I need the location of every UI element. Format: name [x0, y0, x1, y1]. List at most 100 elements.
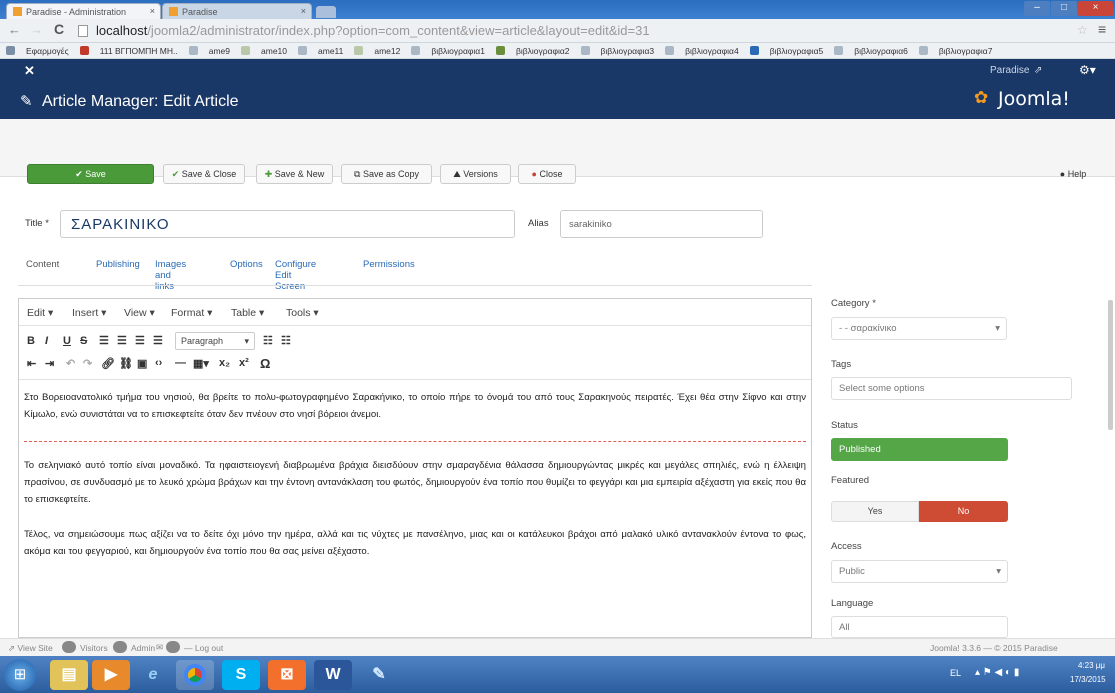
unlink-icon[interactable]: ⛓ — [119, 357, 133, 370]
align-left-icon[interactable]: ☰ — [99, 334, 109, 347]
tab-permissions[interactable]: Permissions — [363, 259, 415, 270]
editor-menu-insert[interactable]: Insert ▾ — [72, 307, 106, 319]
redo-icon[interactable]: ↷ — [83, 357, 92, 370]
align-justify-icon[interactable]: ☰ — [153, 334, 163, 347]
editor-menu-view[interactable]: View ▾ — [124, 307, 155, 319]
bookmark-item[interactable]: βιβλιογραφια7 — [918, 43, 992, 58]
bookmark-item[interactable]: βιβλιογραφια2 — [495, 43, 570, 58]
editor-menu-edit[interactable]: Edit ▾ — [27, 307, 53, 319]
close-window-button[interactable]: × — [1078, 1, 1113, 16]
paint-icon[interactable]: ✎ — [360, 660, 398, 690]
bookmark-item[interactable]: ame9 — [188, 43, 230, 58]
bookmark-item[interactable]: Εφαρμογές — [6, 43, 69, 58]
bookmark-item[interactable]: βιβλιογραφια3 — [580, 43, 654, 58]
close-button[interactable]: ● Close — [518, 164, 576, 184]
outdent-icon[interactable]: ⇤ — [27, 357, 36, 370]
featured-no-button[interactable]: No — [919, 501, 1008, 522]
versions-button[interactable]: ⛰ Versions — [440, 164, 511, 184]
bookmark-item[interactable]: βιβλιογραφια6 — [834, 43, 908, 58]
status-select[interactable]: Published — [831, 438, 1008, 461]
save-copy-button[interactable]: ⧉ Save as Copy — [341, 164, 432, 184]
numbered-list-icon[interactable]: ☷ — [281, 334, 291, 347]
user-gear-icon[interactable]: ⚙▾ — [1079, 63, 1096, 77]
browser-menu-icon[interactable]: ≡ — [1098, 21, 1106, 37]
editor-menu-table[interactable]: Table ▾ — [231, 307, 264, 319]
link-icon[interactable]: 🔗︎ — [101, 357, 115, 370]
bullet-list-icon[interactable]: ☷ — [263, 334, 273, 347]
back-arrow-icon[interactable]: ← — [8, 22, 21, 37]
joomla-logo-icon[interactable]: ✕ — [24, 63, 35, 79]
new-tab-button[interactable] — [316, 6, 336, 18]
help-button[interactable]: ● Help — [1043, 164, 1103, 184]
bookmark-item[interactable]: ame12 — [354, 43, 400, 58]
tray-icons[interactable]: ▴ ⚑ ◀ ◐ ▮ — [975, 667, 1019, 678]
browser-tab-admin[interactable]: Paradise - Administration × — [6, 3, 161, 19]
strikethrough-icon[interactable]: S — [80, 335, 87, 347]
media-player-icon[interactable]: ▶ — [92, 660, 130, 690]
title-input[interactable] — [60, 210, 515, 238]
editor-menu-tools[interactable]: Tools ▾ — [286, 307, 319, 319]
logout-link[interactable]: — Log out — [184, 643, 223, 653]
italic-icon[interactable]: I — [45, 335, 48, 347]
clock-date[interactable]: 17/3/2015 — [1070, 675, 1106, 684]
bold-icon[interactable]: B — [27, 335, 35, 347]
minimize-window-button[interactable]: – — [1024, 1, 1050, 16]
chrome-icon[interactable] — [176, 660, 214, 690]
save-button[interactable]: ✔ Save — [27, 164, 154, 184]
save-close-button[interactable]: ✔ Save & Close — [163, 164, 245, 184]
tab-images-and-links[interactable]: Images and links — [155, 259, 186, 292]
close-tab-icon[interactable]: × — [301, 6, 306, 16]
editor-paragraph[interactable]: Τέλος, να σημειώσουμε πως αξίζει να το δ… — [24, 526, 806, 560]
clock-time[interactable]: 4:23 μμ — [1078, 661, 1105, 670]
file-explorer-icon[interactable]: ▤ — [50, 660, 88, 690]
start-orb-icon[interactable]: ⊞ — [4, 659, 36, 691]
alias-input[interactable] — [560, 210, 763, 238]
tags-input[interactable]: Select some options — [831, 377, 1072, 400]
save-new-button[interactable]: ✚ Save & New — [256, 164, 333, 184]
editor-menu-format[interactable]: Format ▾ — [171, 307, 212, 319]
align-center-icon[interactable]: ☰ — [117, 334, 127, 347]
omega-icon[interactable]: Ω — [260, 356, 270, 371]
browser-tab-site[interactable]: Paradise × — [162, 3, 312, 19]
bookmark-item[interactable]: ame11 — [298, 43, 343, 58]
view-site-link[interactable]: ⇗ View Site — [8, 643, 53, 654]
undo-icon[interactable]: ↶ — [66, 357, 75, 370]
tab-configure-edit-screen[interactable]: Configure Edit Screen — [275, 259, 316, 292]
access-select[interactable]: Public ▾ — [831, 560, 1008, 583]
url-field[interactable]: localhost/joomla2/administrator/index.ph… — [96, 22, 1115, 39]
format-select[interactable]: Paragraph ▾ — [175, 332, 255, 350]
bookmark-item[interactable]: 111 ΒΓΠΟΜΠΗ ΜΗ.. — [79, 43, 178, 58]
language-indicator[interactable]: EL — [950, 668, 961, 678]
messages-icon[interactable]: ✉ — [156, 642, 163, 653]
language-select[interactable]: All — [831, 616, 1008, 638]
tab-publishing[interactable]: Publishing — [96, 259, 140, 270]
table-icon[interactable]: ▦▾ — [193, 357, 209, 370]
editor-paragraph[interactable]: Στο Βορειοανατολικό τμήμα του νησιού, θα… — [24, 389, 806, 423]
underline-icon[interactable]: U — [63, 335, 71, 347]
external-link-icon[interactable]: ⇗ — [1034, 65, 1042, 76]
align-right-icon[interactable]: ☰ — [135, 334, 145, 347]
horizontal-rule-icon[interactable]: — — [175, 357, 186, 369]
bookmark-item[interactable]: ame10 — [241, 43, 287, 58]
word-icon[interactable]: W — [314, 660, 352, 690]
xampp-icon[interactable]: ⊠ — [268, 660, 306, 690]
featured-yes-button[interactable]: Yes — [831, 501, 919, 522]
bookmark-item[interactable]: βιβλιογραφια5 — [749, 43, 823, 58]
page-scrollbar[interactable] — [1108, 300, 1113, 430]
close-tab-icon[interactable]: × — [150, 6, 155, 16]
skype-icon[interactable]: S — [222, 660, 260, 690]
forward-arrow-icon[interactable]: → — [30, 22, 43, 37]
internet-explorer-icon[interactable]: e — [134, 660, 172, 690]
code-icon[interactable]: ‹› — [155, 357, 162, 369]
reload-icon[interactable]: C — [54, 21, 64, 37]
tab-content[interactable]: Content — [26, 259, 59, 270]
image-icon[interactable]: ▣ — [137, 357, 147, 370]
bookmark-item[interactable]: βιβλιογραφια4 — [665, 43, 739, 58]
visitors-label[interactable]: Visitors — [80, 643, 108, 653]
superscript-icon[interactable]: x² — [239, 357, 249, 369]
site-name-link[interactable]: Paradise — [990, 65, 1029, 76]
tab-options[interactable]: Options — [230, 259, 263, 270]
editor-paragraph[interactable]: Το σεληνιακό αυτό τοπίο είναι μοναδικό. … — [24, 457, 806, 508]
subscript-icon[interactable]: x₂ — [219, 357, 230, 369]
admin-label[interactable]: Admin — [131, 643, 155, 653]
